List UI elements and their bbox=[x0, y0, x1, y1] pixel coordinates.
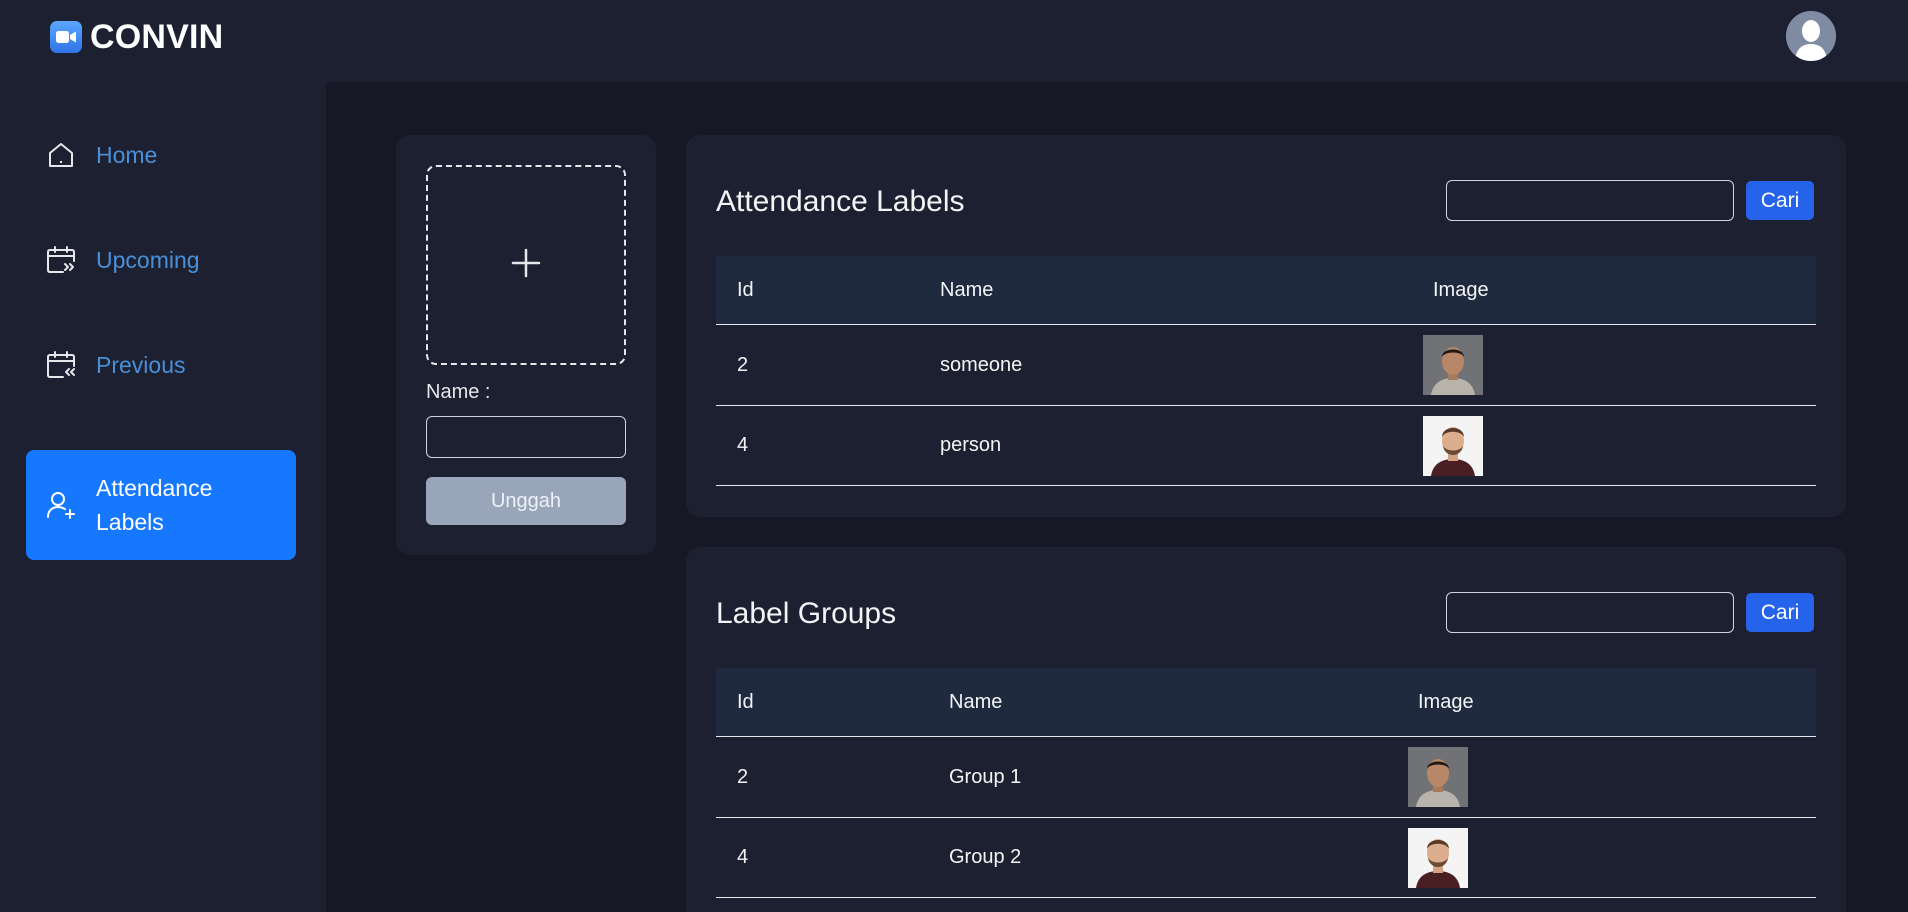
sidebar: Home Upcoming Previous Attendance Labels bbox=[0, 82, 326, 912]
label-groups-card: Label Groups Cari Id Name Image 2 Group … bbox=[686, 547, 1846, 912]
brand-name: CONVIN bbox=[90, 17, 224, 56]
attendance-labels-title: Attendance Labels bbox=[716, 185, 965, 218]
name-label: Name : bbox=[426, 381, 491, 403]
sidebar-item-upcoming[interactable]: Upcoming bbox=[26, 230, 296, 290]
attendance-search-button[interactable]: Cari bbox=[1746, 181, 1814, 220]
cell-name: Group 1 bbox=[949, 765, 1022, 788]
sidebar-item-label: Previous bbox=[96, 352, 186, 378]
upload-button[interactable]: Unggah bbox=[426, 477, 626, 525]
home-icon bbox=[26, 140, 96, 170]
cell-name: someone bbox=[940, 353, 1023, 376]
sidebar-item-home[interactable]: Home bbox=[26, 125, 296, 185]
cell-name: person bbox=[940, 434, 1002, 456]
attendance-labels-card: Attendance Labels Cari Id Name Image 2 s… bbox=[686, 135, 1846, 517]
cell-id: 4 bbox=[737, 846, 749, 868]
table-row[interactable]: 4 Group 2 bbox=[716, 817, 1816, 898]
calendar-back-icon bbox=[26, 349, 96, 381]
group-photo-thumbnail bbox=[1408, 827, 1468, 888]
sidebar-item-attendance-labels[interactable]: Attendance Labels bbox=[26, 450, 296, 560]
image-upload-dropzone[interactable] bbox=[426, 165, 626, 365]
table-row[interactable]: 2 someone bbox=[716, 324, 1816, 405]
video-camera-icon bbox=[50, 21, 82, 53]
table-header: Id Name Image bbox=[716, 668, 1816, 736]
groups-search-button[interactable]: Cari bbox=[1746, 593, 1814, 632]
cell-id: 2 bbox=[737, 765, 749, 788]
groups-search-input[interactable] bbox=[1446, 592, 1734, 633]
cell-id: 2 bbox=[737, 353, 749, 376]
column-header-image: Image bbox=[1418, 690, 1474, 713]
column-header-name: Name bbox=[949, 690, 1003, 713]
top-bar: CONVIN bbox=[0, 0, 1908, 82]
sidebar-item-label: Home bbox=[96, 142, 158, 168]
upload-card: Name : Unggah bbox=[396, 135, 656, 555]
column-header-id: Id bbox=[737, 690, 754, 713]
table-header: Id Name Image bbox=[716, 256, 1816, 324]
label-photo-thumbnail bbox=[1423, 335, 1483, 395]
sidebar-item-previous[interactable]: Previous bbox=[26, 335, 296, 395]
attendance-search-input[interactable] bbox=[1446, 180, 1734, 221]
avatar[interactable] bbox=[1786, 11, 1836, 61]
plus-icon bbox=[511, 248, 541, 283]
cell-id: 4 bbox=[737, 434, 749, 456]
label-groups-table: Id Name Image 2 Group 1 4 Group 2 bbox=[716, 668, 1816, 898]
column-header-image: Image bbox=[1433, 278, 1489, 301]
name-field[interactable] bbox=[426, 416, 626, 458]
user-plus-icon bbox=[26, 489, 96, 521]
attendance-labels-table: Id Name Image 2 someone 4 person bbox=[716, 256, 1816, 486]
cell-name: Group 2 bbox=[949, 846, 1022, 868]
label-groups-title: Label Groups bbox=[716, 597, 897, 630]
brand[interactable]: CONVIN bbox=[50, 17, 224, 56]
label-photo-thumbnail bbox=[1423, 415, 1483, 476]
column-header-id: Id bbox=[737, 278, 754, 301]
sidebar-item-label: Attendance Labels bbox=[96, 475, 213, 535]
table-row[interactable]: 2 Group 1 bbox=[716, 736, 1816, 817]
group-photo-thumbnail bbox=[1408, 747, 1468, 807]
calendar-forward-icon bbox=[26, 244, 96, 276]
table-row[interactable]: 4 person bbox=[716, 405, 1816, 486]
sidebar-item-label: Upcoming bbox=[96, 247, 200, 273]
column-header-name: Name bbox=[940, 278, 994, 301]
